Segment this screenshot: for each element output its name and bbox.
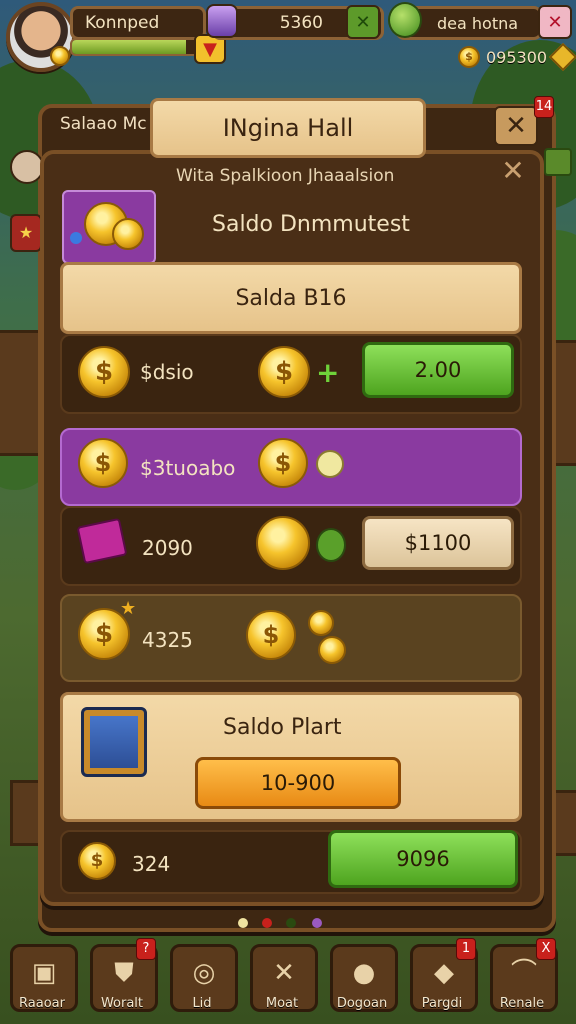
page-dot[interactable] (286, 918, 296, 928)
coin-stack-icon (256, 516, 310, 570)
coin-icon (318, 636, 346, 664)
coin-icon: $ (78, 842, 116, 880)
offer-amount: $dsio (140, 360, 194, 384)
nav-label: Moat (265, 996, 299, 1011)
plant-button-label: 10-900 (260, 771, 336, 795)
star-icon: ★ (120, 598, 137, 619)
coin-icon: $ (258, 346, 310, 398)
section-title: Saldo Dnmmutest (212, 212, 410, 237)
gift-side-icon[interactable] (544, 148, 572, 176)
bag-icon: ● (352, 958, 376, 988)
gem-count: 5360 (279, 13, 323, 33)
offer-amount: 2090 (142, 536, 193, 560)
disc-icon: ◎ (192, 958, 216, 988)
buy-button-1[interactable]: 2.00 (362, 342, 514, 398)
bonus-icon (316, 450, 344, 478)
nav-label: Lid (192, 996, 212, 1011)
coin-icon: $ (458, 46, 480, 68)
plus-icon: + (316, 356, 340, 389)
level-coin-icon (50, 46, 70, 66)
buy-button-3[interactable]: $1100 (362, 516, 514, 570)
xp-bar (70, 38, 208, 56)
gift-box-icon (76, 517, 128, 565)
side-panel-title: Salaao Mc (60, 114, 147, 134)
nav-badge: X (536, 938, 556, 960)
plant-card: Saldo Plart 10-900 (60, 692, 522, 822)
nav-label: Renale (499, 996, 545, 1011)
xp-bar-fill (72, 40, 186, 54)
bottom-amount: 324 (132, 852, 171, 876)
coin-icon: $ (246, 610, 296, 660)
offer-amount: $3tuoabo (140, 456, 236, 480)
player-name: Konnped (85, 13, 160, 33)
nav-label: Woralt (100, 996, 144, 1011)
coin-icon: $ (78, 346, 130, 398)
buy-button-1-label: 2.00 (414, 358, 462, 382)
star-side-icon[interactable]: ★ (10, 214, 42, 252)
offer-row-2: $ $3tuoabo $ (60, 428, 522, 506)
coin-pile-icon (62, 190, 156, 264)
close-top-button[interactable]: ✕ (538, 5, 572, 39)
plant-title: Saldo Plart (223, 715, 342, 740)
player-name-plate: Konnped (70, 6, 206, 40)
nav-label: Pargdi (421, 996, 463, 1011)
coin-icon: $ (258, 438, 308, 488)
leaf-icon (316, 528, 346, 562)
balance-banner-text: Salda B16 (235, 285, 347, 311)
gold-cube-icon (548, 42, 576, 72)
offer-amount: 4325 (142, 628, 193, 652)
nav-badge: 1 (456, 938, 476, 960)
page-dot[interactable] (312, 918, 322, 928)
coin-icon (308, 610, 334, 636)
offer-row-3: 2090 $1100 (60, 506, 522, 586)
profile-side-icon[interactable] (10, 150, 44, 184)
nav-label: Dogoan (336, 996, 388, 1011)
bottom-buy-button[interactable]: 9096 (328, 830, 518, 888)
side-panel-badge: 14 (534, 96, 554, 118)
dialog-subtitle: Wita Spalkioon Jhaaalsion (176, 166, 395, 186)
gem-icon (206, 4, 238, 38)
dialog-close-button[interactable]: ✕ (498, 156, 528, 186)
offer-row-1: $ $dsio $ + 2.00 (60, 334, 522, 414)
buy-button-3-label: $1100 (404, 531, 472, 555)
page-dot[interactable] (262, 918, 272, 928)
plant-button[interactable]: 10-900 (195, 757, 401, 809)
chest-icon: ▣ (31, 958, 57, 988)
energy-label: dea hotna (437, 13, 519, 33)
nav-label: Raaoar (19, 996, 65, 1011)
page-dot-active[interactable] (238, 918, 248, 928)
dialog-title-plaque: INgina Hall (150, 98, 426, 158)
treasure-chest-icon (81, 707, 147, 777)
leaf-icon (388, 2, 422, 38)
nav-badge: ? (136, 938, 156, 960)
coin-icon: $ (78, 438, 128, 488)
offer-row-5: $ 324 9096 (60, 830, 522, 894)
add-gems-button[interactable]: ✕ (346, 5, 380, 39)
side-panel-close-button[interactable]: ✕ (494, 106, 538, 146)
offer-row-4: $ ★ 4325 $ (60, 594, 522, 682)
bottom-buy-button-label: 9096 (396, 847, 450, 871)
dialog-title: INgina Hall (222, 114, 354, 142)
swords-icon: ✕ (273, 958, 295, 988)
coin-counter: $ 095300 (458, 42, 576, 72)
balance-banner: Salda B16 (60, 262, 522, 334)
coin-count: 095300 (486, 47, 548, 67)
